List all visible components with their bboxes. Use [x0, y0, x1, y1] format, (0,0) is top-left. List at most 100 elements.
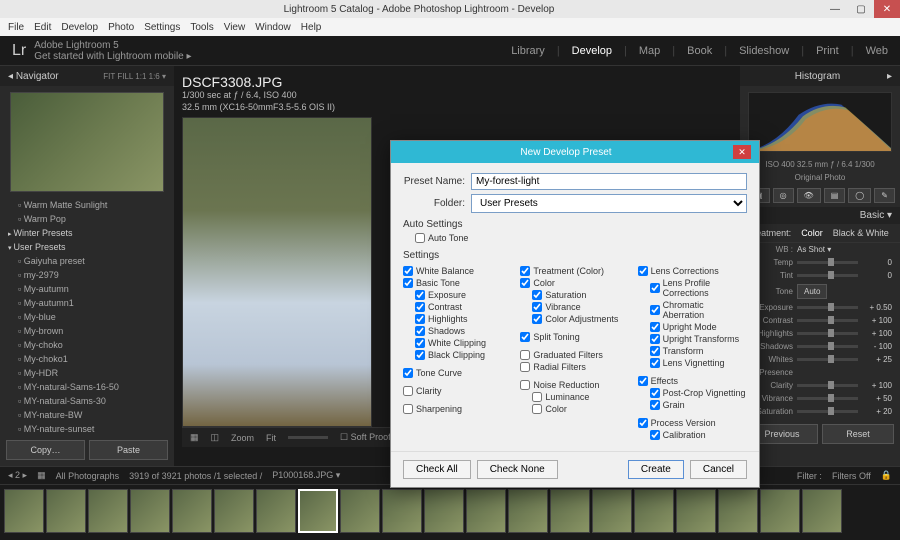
preset-item[interactable]: ▫ My-blue — [0, 310, 174, 324]
page-indicator[interactable]: ◂ 2 ▸ — [8, 470, 27, 481]
create-button[interactable]: Create — [628, 460, 684, 479]
filmstrip-thumbnail[interactable] — [760, 489, 800, 533]
folder-select[interactable]: User Presets — [471, 194, 747, 213]
setting-checkbox[interactable] — [650, 334, 660, 344]
setting-checkbox[interactable] — [520, 350, 530, 360]
temp-slider[interactable] — [797, 261, 858, 264]
menu-edit[interactable]: Edit — [34, 22, 51, 33]
setting-checkbox[interactable] — [403, 404, 413, 414]
preset-item[interactable]: ▫ MY-nature-BW — [0, 408, 174, 422]
dialog-titlebar[interactable]: New Develop Preset ✕ — [391, 141, 759, 163]
highlights-slider[interactable] — [797, 332, 858, 335]
check-all-button[interactable]: Check All — [403, 460, 471, 479]
brush-tool-icon[interactable]: ✎ — [874, 188, 895, 203]
preset-item[interactable]: ▫ MY-nature-sunset — [0, 422, 174, 434]
basic-panel-header[interactable]: Basic ▾ — [740, 207, 900, 224]
setting-checkbox[interactable] — [415, 350, 425, 360]
setting-checkbox[interactable] — [403, 386, 413, 396]
contrast-slider[interactable] — [797, 319, 858, 322]
close-button[interactable]: ✕ — [874, 0, 900, 18]
navigator-header[interactable]: ◂ Navigator FIT FILL 1:1 1:6 ▾ — [0, 66, 174, 86]
setting-checkbox[interactable] — [520, 266, 530, 276]
filmstrip-thumbnail[interactable] — [508, 489, 548, 533]
preset-name-input[interactable] — [471, 173, 747, 190]
preset-item[interactable]: ▫ Gaiyuha preset — [0, 254, 174, 268]
filmstrip-thumbnail[interactable] — [802, 489, 842, 533]
navigator-thumbnail[interactable] — [10, 92, 164, 192]
main-image[interactable] — [182, 117, 372, 427]
filter-lock-icon[interactable]: 🔒 — [881, 470, 892, 481]
menu-tools[interactable]: Tools — [190, 22, 213, 33]
filmstrip-thumbnail[interactable] — [172, 489, 212, 533]
setting-checkbox[interactable] — [638, 418, 648, 428]
filmstrip-thumbnail[interactable] — [46, 489, 86, 533]
minimize-button[interactable]: — — [822, 0, 848, 18]
copy-button[interactable]: Copy… — [6, 440, 85, 460]
setting-checkbox[interactable] — [650, 400, 660, 410]
preset-item[interactable]: ▫ my-2979 — [0, 268, 174, 282]
setting-checkbox[interactable] — [532, 392, 542, 402]
filmstrip-thumbnail[interactable] — [214, 489, 254, 533]
preset-item[interactable]: ▫ MY-natural-Sams-30 — [0, 394, 174, 408]
histogram[interactable] — [748, 92, 892, 152]
grid-icon[interactable]: ▦ — [37, 470, 46, 481]
setting-checkbox[interactable] — [520, 362, 530, 372]
filmstrip-thumbnail[interactable] — [634, 489, 674, 533]
module-slideshow[interactable]: Slideshow — [739, 45, 789, 57]
wb-dropdown[interactable]: As Shot ▾ — [797, 245, 831, 254]
preset-item[interactable]: ▫ MY-natural-Sams-16-50 — [0, 380, 174, 394]
menu-settings[interactable]: Settings — [144, 22, 180, 33]
setting-checkbox[interactable] — [650, 346, 660, 356]
reset-button[interactable]: Reset — [822, 424, 894, 444]
source-label[interactable]: All Photographs — [56, 471, 120, 481]
menu-help[interactable]: Help — [301, 22, 322, 33]
tint-slider[interactable] — [797, 274, 858, 277]
preset-item[interactable]: ▫ My-autumn — [0, 282, 174, 296]
whites-slider[interactable] — [797, 358, 858, 361]
setting-checkbox[interactable] — [650, 358, 660, 368]
filmstrip-thumbnail[interactable] — [592, 489, 632, 533]
menu-window[interactable]: Window — [255, 22, 291, 33]
setting-checkbox[interactable] — [415, 290, 425, 300]
preset-item[interactable]: ▫ My-brown — [0, 324, 174, 338]
module-web[interactable]: Web — [866, 45, 888, 57]
saturation-slider[interactable] — [797, 410, 858, 413]
setting-checkbox[interactable] — [532, 404, 542, 414]
setting-checkbox[interactable] — [415, 314, 425, 324]
loupe-view-icon[interactable]: ▦ — [190, 432, 199, 443]
filmstrip-thumbnail[interactable] — [424, 489, 464, 533]
module-library[interactable]: Library — [511, 45, 545, 57]
setting-checkbox[interactable] — [532, 290, 542, 300]
filmstrip-thumbnail[interactable] — [340, 489, 380, 533]
check-none-button[interactable]: Check None — [477, 460, 558, 479]
module-print[interactable]: Print — [816, 45, 839, 57]
zoom-slider[interactable] — [288, 436, 328, 439]
mobile-promo[interactable]: Get started with Lightroom mobile ▸ — [34, 51, 191, 62]
filmstrip-thumbnail[interactable] — [466, 489, 506, 533]
preset-item[interactable]: ▫ Warm Matte Sunlight — [0, 198, 174, 212]
setting-checkbox[interactable] — [415, 302, 425, 312]
setting-checkbox[interactable] — [415, 338, 425, 348]
paste-button[interactable]: Paste — [89, 440, 168, 460]
menu-develop[interactable]: Develop — [61, 22, 98, 33]
setting-checkbox[interactable] — [638, 266, 648, 276]
setting-checkbox[interactable] — [520, 278, 530, 288]
setting-checkbox[interactable] — [650, 283, 660, 293]
clarity-slider[interactable] — [797, 384, 858, 387]
setting-checkbox[interactable] — [650, 305, 660, 315]
spot-tool-icon[interactable]: ◎ — [773, 188, 794, 203]
histogram-header[interactable]: Histogram ▸ — [740, 66, 900, 86]
setting-checkbox[interactable] — [403, 278, 413, 288]
preset-item[interactable]: ▫ My-autumn1 — [0, 296, 174, 310]
menu-view[interactable]: View — [224, 22, 246, 33]
preset-folder[interactable]: Winter Presets — [0, 226, 174, 240]
vibrance-slider[interactable] — [797, 397, 858, 400]
filmstrip-thumbnail[interactable] — [256, 489, 296, 533]
cancel-button[interactable]: Cancel — [690, 460, 747, 479]
grad-filter-icon[interactable]: ▤ — [824, 188, 846, 203]
filmstrip-thumbnail[interactable] — [550, 489, 590, 533]
shadows-slider[interactable] — [797, 345, 858, 348]
module-book[interactable]: Book — [687, 45, 712, 57]
filter-dropdown[interactable]: Filters Off — [832, 471, 871, 481]
preset-item[interactable]: ▫ My-choko — [0, 338, 174, 352]
